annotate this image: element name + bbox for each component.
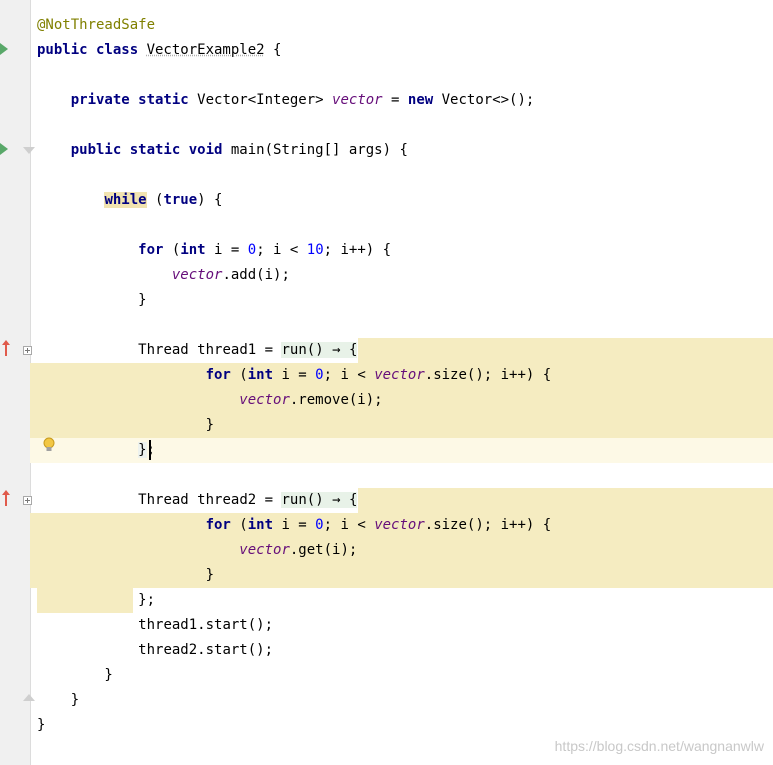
code-line-23: } <box>30 563 773 588</box>
code-line-2: public class VectorExample2 { <box>37 42 282 58</box>
class-name: VectorExample2 <box>146 42 265 58</box>
lightbulb-icon[interactable] <box>42 437 56 453</box>
override-arrow-icon[interactable] <box>1 490 11 506</box>
run-main-icon[interactable] <box>0 143 8 155</box>
code-line-15: for (int i = 0; i < vector.size(); i++) … <box>30 363 773 388</box>
code-line-21: for (int i = 0; i < vector.size(); i++) … <box>30 513 773 538</box>
code-line-4: private static Vector<Integer> vector = … <box>70 92 535 108</box>
code-line-8: while (true) { <box>104 192 223 208</box>
watermark: https://blog.csdn.net/wangnanwlw <box>554 738 764 754</box>
code-line-24: }; <box>30 588 773 613</box>
text-caret <box>149 440 151 460</box>
code-line-29: } <box>37 717 46 733</box>
code-line-18-caret: }; <box>30 438 773 463</box>
override-arrow-icon[interactable] <box>1 340 11 356</box>
code-editor[interactable]: @NotThreadSafe public class VectorExampl… <box>30 0 773 765</box>
code-line-25: thread1.start(); <box>138 617 274 633</box>
code-line-12: } <box>37 292 147 308</box>
code-line-27: } <box>37 667 113 683</box>
code-line-10: for (int i = 0; i < 10; i++) { <box>138 242 392 258</box>
code-line-28: } <box>37 692 80 708</box>
code-line-6: public static void main(String[] args) { <box>70 142 408 158</box>
code-line-1: @NotThreadSafe <box>30 13 773 38</box>
run-class-icon[interactable] <box>0 43 8 55</box>
code-line-22: vector.get(i); <box>30 538 773 563</box>
editor-gutter <box>0 0 35 765</box>
annotation: @NotThreadSafe <box>37 17 156 33</box>
code-line-16: vector.remove(i); <box>30 388 773 413</box>
code-line-17: } <box>30 413 773 438</box>
code-line-11: vector.add(i); <box>171 267 290 283</box>
code-line-14: Thread thread1 = run() → { <box>30 338 773 363</box>
code-line-20: Thread thread2 = run() → { <box>30 488 773 513</box>
code-line-26: thread2.start(); <box>138 642 274 658</box>
